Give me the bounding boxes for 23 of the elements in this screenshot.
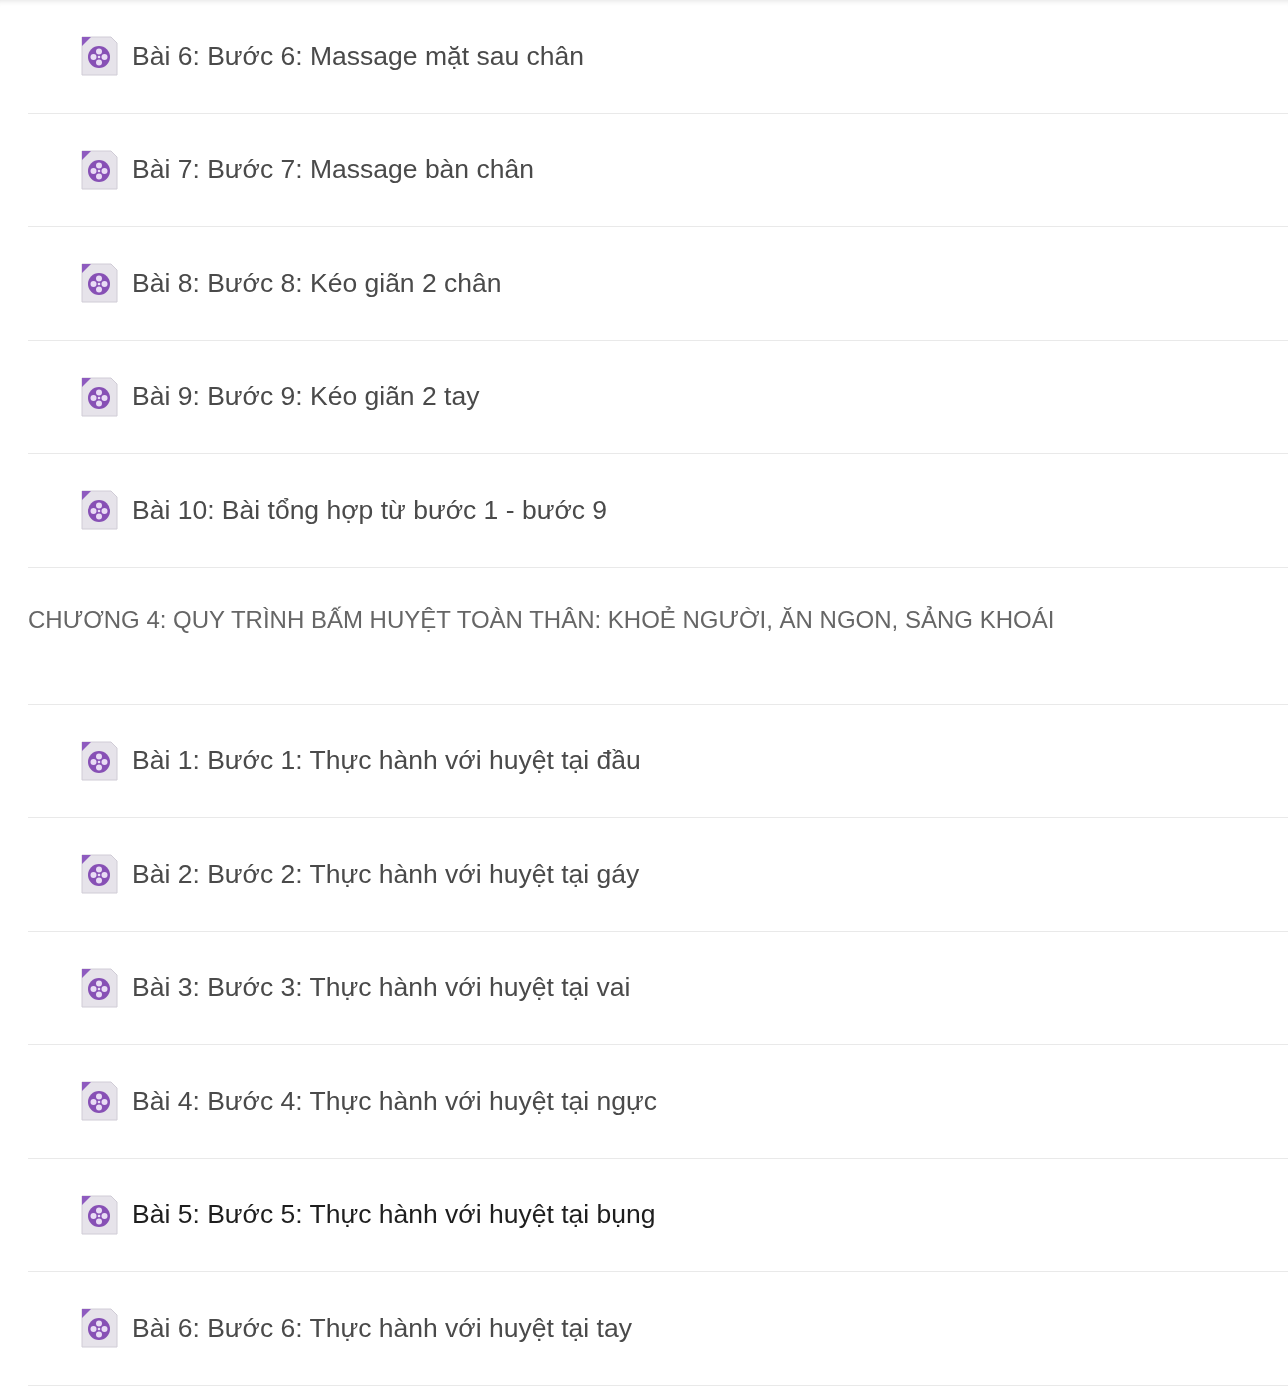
lesson-link[interactable]: Bài 5: Bước 5: Thực hành với huyệt tại bụng — [132, 1199, 656, 1231]
lesson-link[interactable]: Bài 7: Bước 7: Massage bàn chân — [132, 154, 534, 186]
lesson-link[interactable]: Bài 9: Bước 9: Kéo giãn 2 tay — [132, 381, 480, 413]
chapter-heading: CHƯƠNG 4: QUY TRÌNH BẤM HUYỆT TOÀN THÂN: KHOẺ NGƯỜI, ĂN NGON, SẢNG KHOÁI — [28, 605, 1055, 634]
lesson-link[interactable]: Bài 4: Bước 4: Thực hành với huyệt tại ngực — [132, 1085, 657, 1117]
video-file-icon — [79, 148, 119, 191]
video-file-icon — [79, 739, 119, 782]
lesson-link[interactable]: Bài 2: Bước 2: Thực hành với huyệt tại gáy — [132, 858, 640, 890]
lesson-link[interactable]: Bài 6: Bước 6: Massage mặt sau chân — [132, 40, 584, 72]
lesson-link[interactable]: Bài 6: Bước 6: Thực hành với huyệt tại tay — [132, 1312, 632, 1344]
video-file-icon — [79, 375, 119, 418]
video-file-icon — [79, 966, 119, 1009]
video-file-icon — [79, 35, 119, 78]
video-file-icon — [79, 1193, 119, 1236]
video-file-icon — [79, 1307, 119, 1350]
video-file-icon — [79, 853, 119, 896]
video-file-icon — [79, 262, 119, 305]
lesson-link[interactable]: Bài 8: Bước 8: Kéo giãn 2 chân — [132, 267, 502, 299]
video-file-icon — [79, 1080, 119, 1123]
lesson-link[interactable]: Bài 10: Bài tổng hợp từ bước 1 - bước 9 — [132, 494, 608, 526]
lesson-link[interactable]: Bài 3: Bước 3: Thực hành với huyệt tại vai — [132, 972, 631, 1004]
lesson-link[interactable]: Bài 1: Bước 1: Thực hành với huyệt tại đầu — [132, 745, 641, 777]
video-file-icon — [79, 489, 119, 532]
